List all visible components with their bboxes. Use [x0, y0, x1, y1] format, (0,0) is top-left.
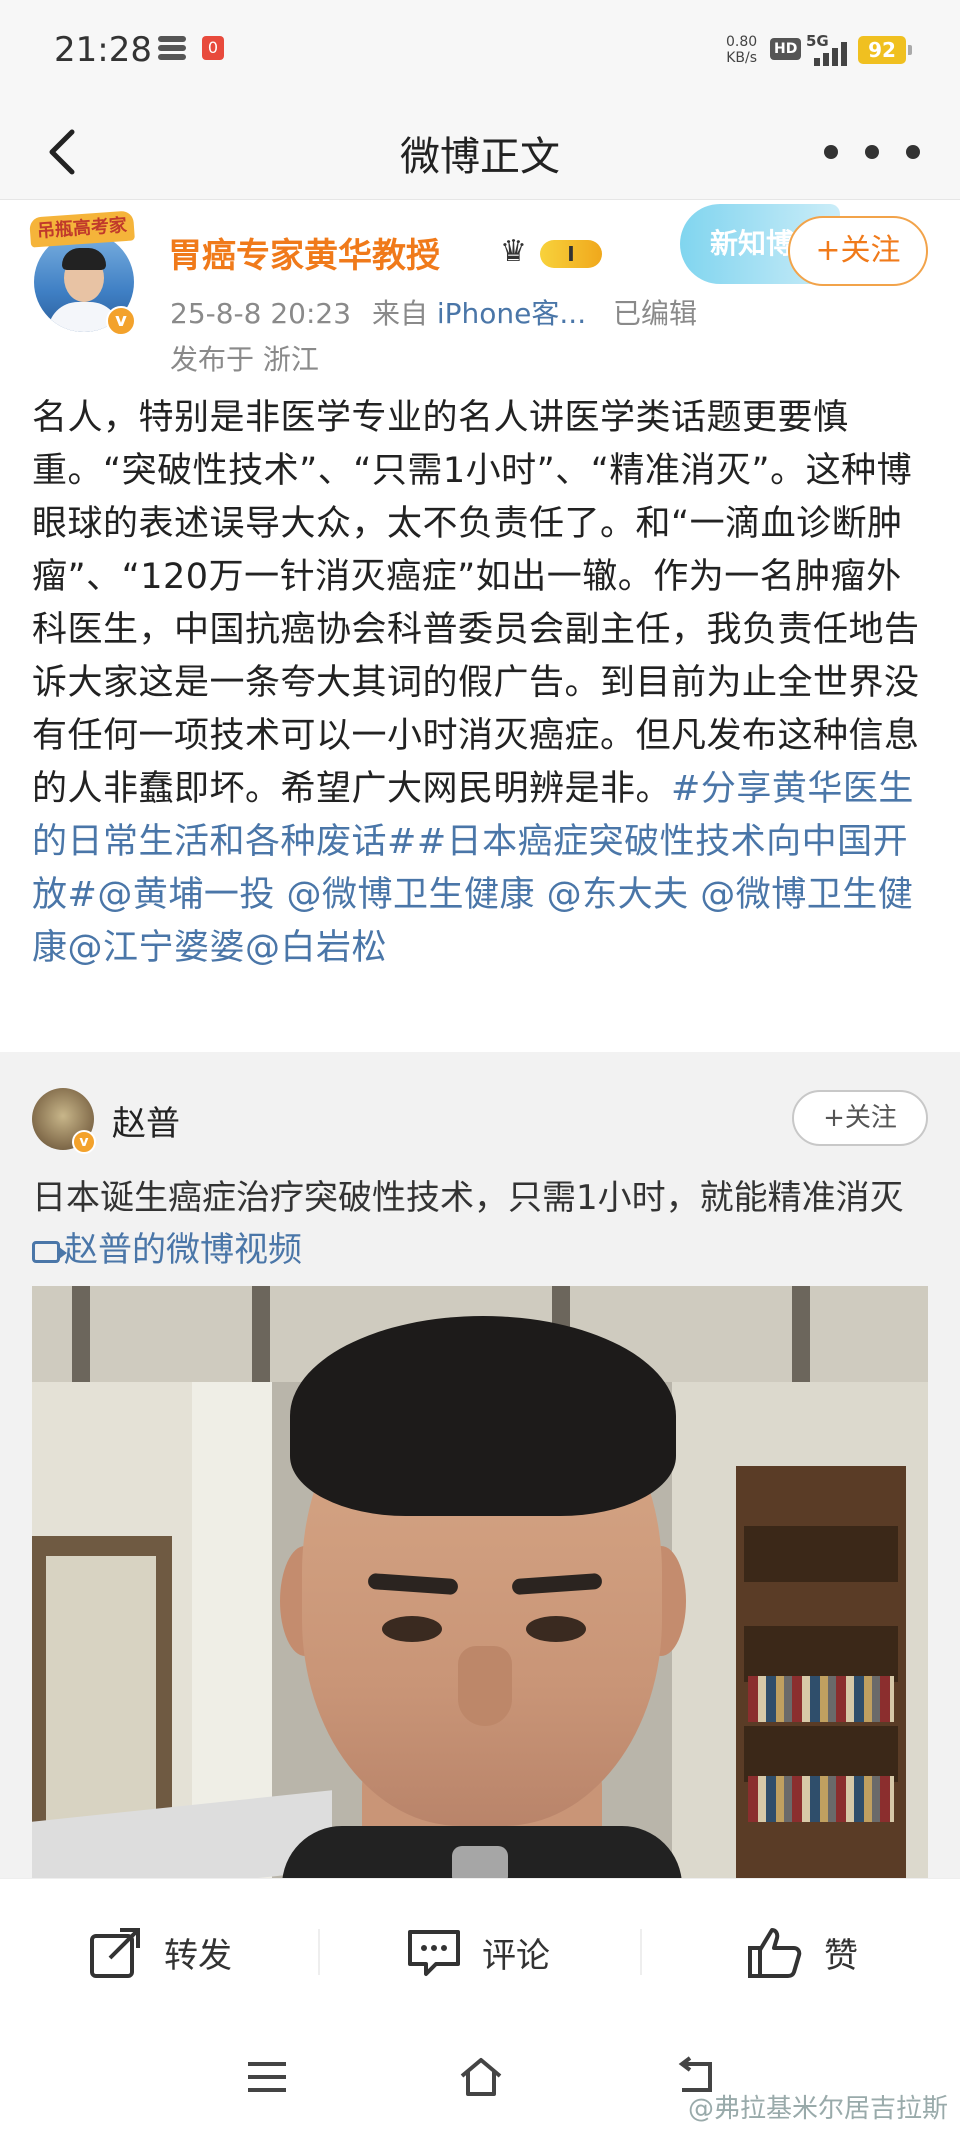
crown-icon: ♛ — [500, 234, 527, 269]
repost-follow-button[interactable]: +关注 — [792, 1090, 928, 1146]
repost-text: 日本诞生癌症治疗突破性技术，只需1小时，就能精准消灭 赵普的微博视频 — [32, 1172, 932, 1276]
source-prefix: 来自 — [371, 297, 428, 330]
post-date: 25-8-8 20:23 — [170, 297, 352, 330]
weibo-post: 吊瓶高考家 v 胃癌专家黄华教授 ♛ I 新知博 +关注 25-8-8 20:2… — [0, 200, 960, 1052]
edited-label[interactable]: 已编辑 — [613, 297, 697, 330]
video-link-label: 赵普的微博视频 — [64, 1230, 302, 1270]
avatar-frame-tag: 吊瓶高考家 — [29, 210, 135, 248]
member-level: I — [540, 240, 602, 268]
notification-badge: 0 — [202, 36, 224, 60]
status-time: 21:28 — [54, 30, 152, 70]
watermark: @弗拉基米尔居吉拉斯 — [687, 2094, 948, 2124]
comment-button[interactable]: 评论 — [404, 1919, 550, 1985]
comment-bubble-icon — [408, 1930, 460, 1976]
verified-badge-icon: v — [72, 1130, 96, 1154]
video-thumbnail[interactable] — [32, 1286, 928, 1878]
nav-bar: 微博正文 — [0, 104, 960, 200]
repost-label: 转发 — [164, 1935, 232, 1976]
repost-author-name[interactable]: 赵普 — [112, 1096, 180, 1145]
play-icon[interactable] — [452, 1846, 508, 1878]
status-bar: 21:28 0 0.80 KB/s HD 5G 92 — [0, 0, 960, 104]
network-speed-value: 0.80 — [726, 34, 758, 50]
network-speed: 0.80 KB/s — [726, 34, 757, 66]
like-label: 赞 — [824, 1935, 858, 1976]
page-title: 微博正文 — [400, 134, 560, 180]
battery-level: 92 — [858, 36, 912, 64]
share-out-icon — [90, 1928, 140, 1978]
post-body-text: 名人，特别是非医学专业的名人讲医学类话题更要慎重。“突破性技术”、“只需1小时”… — [32, 398, 920, 809]
repost-body: 日本诞生癌症治疗突破性技术，只需1小时，就能精准消灭 — [32, 1178, 904, 1218]
more-dots-icon[interactable] — [824, 140, 920, 164]
signal-bars-icon — [812, 40, 848, 66]
post-location: 发布于 浙江 — [170, 343, 319, 376]
menu-icon[interactable] — [242, 2054, 292, 2100]
data-stack-icon — [158, 36, 186, 64]
follow-button[interactable]: +关注 — [788, 216, 928, 286]
hd-voice-icon: HD — [770, 38, 802, 60]
thumbs-up-icon — [748, 1928, 802, 1978]
video-link[interactable]: 赵普的微博视频 — [32, 1230, 302, 1270]
network-speed-unit: KB/s — [726, 50, 757, 66]
author-name[interactable]: 胃癌专家黄华教授 — [168, 228, 440, 277]
system-navigation: @弗拉基米尔居吉拉斯 — [0, 2024, 960, 2133]
post-meta: 25-8-8 20:23 来自 iPhone客... 已编辑 — [170, 292, 697, 332]
home-icon[interactable] — [456, 2054, 506, 2100]
verified-badge-icon: v — [106, 306, 136, 336]
reposted-card[interactable]: v 赵普 +关注 日本诞生癌症治疗突破性技术，只需1小时，就能精准消灭 赵普的微… — [0, 1052, 960, 1878]
post-body: 名人，特别是非医学专业的名人讲医学类话题更要慎重。“突破性技术”、“只需1小时”… — [32, 392, 932, 975]
post-source-link[interactable]: iPhone客... — [437, 297, 586, 330]
video-icon — [32, 1241, 67, 1263]
repost-button[interactable]: 转发 — [86, 1919, 232, 1985]
author-avatar[interactable]: 吊瓶高考家 v — [29, 210, 140, 336]
action-bar: 转发 评论 赞 — [0, 1878, 960, 2024]
comment-label: 评论 — [482, 1935, 550, 1976]
like-button[interactable]: 赞 — [746, 1919, 858, 1985]
member-badge[interactable]: ♛ I — [500, 234, 604, 272]
